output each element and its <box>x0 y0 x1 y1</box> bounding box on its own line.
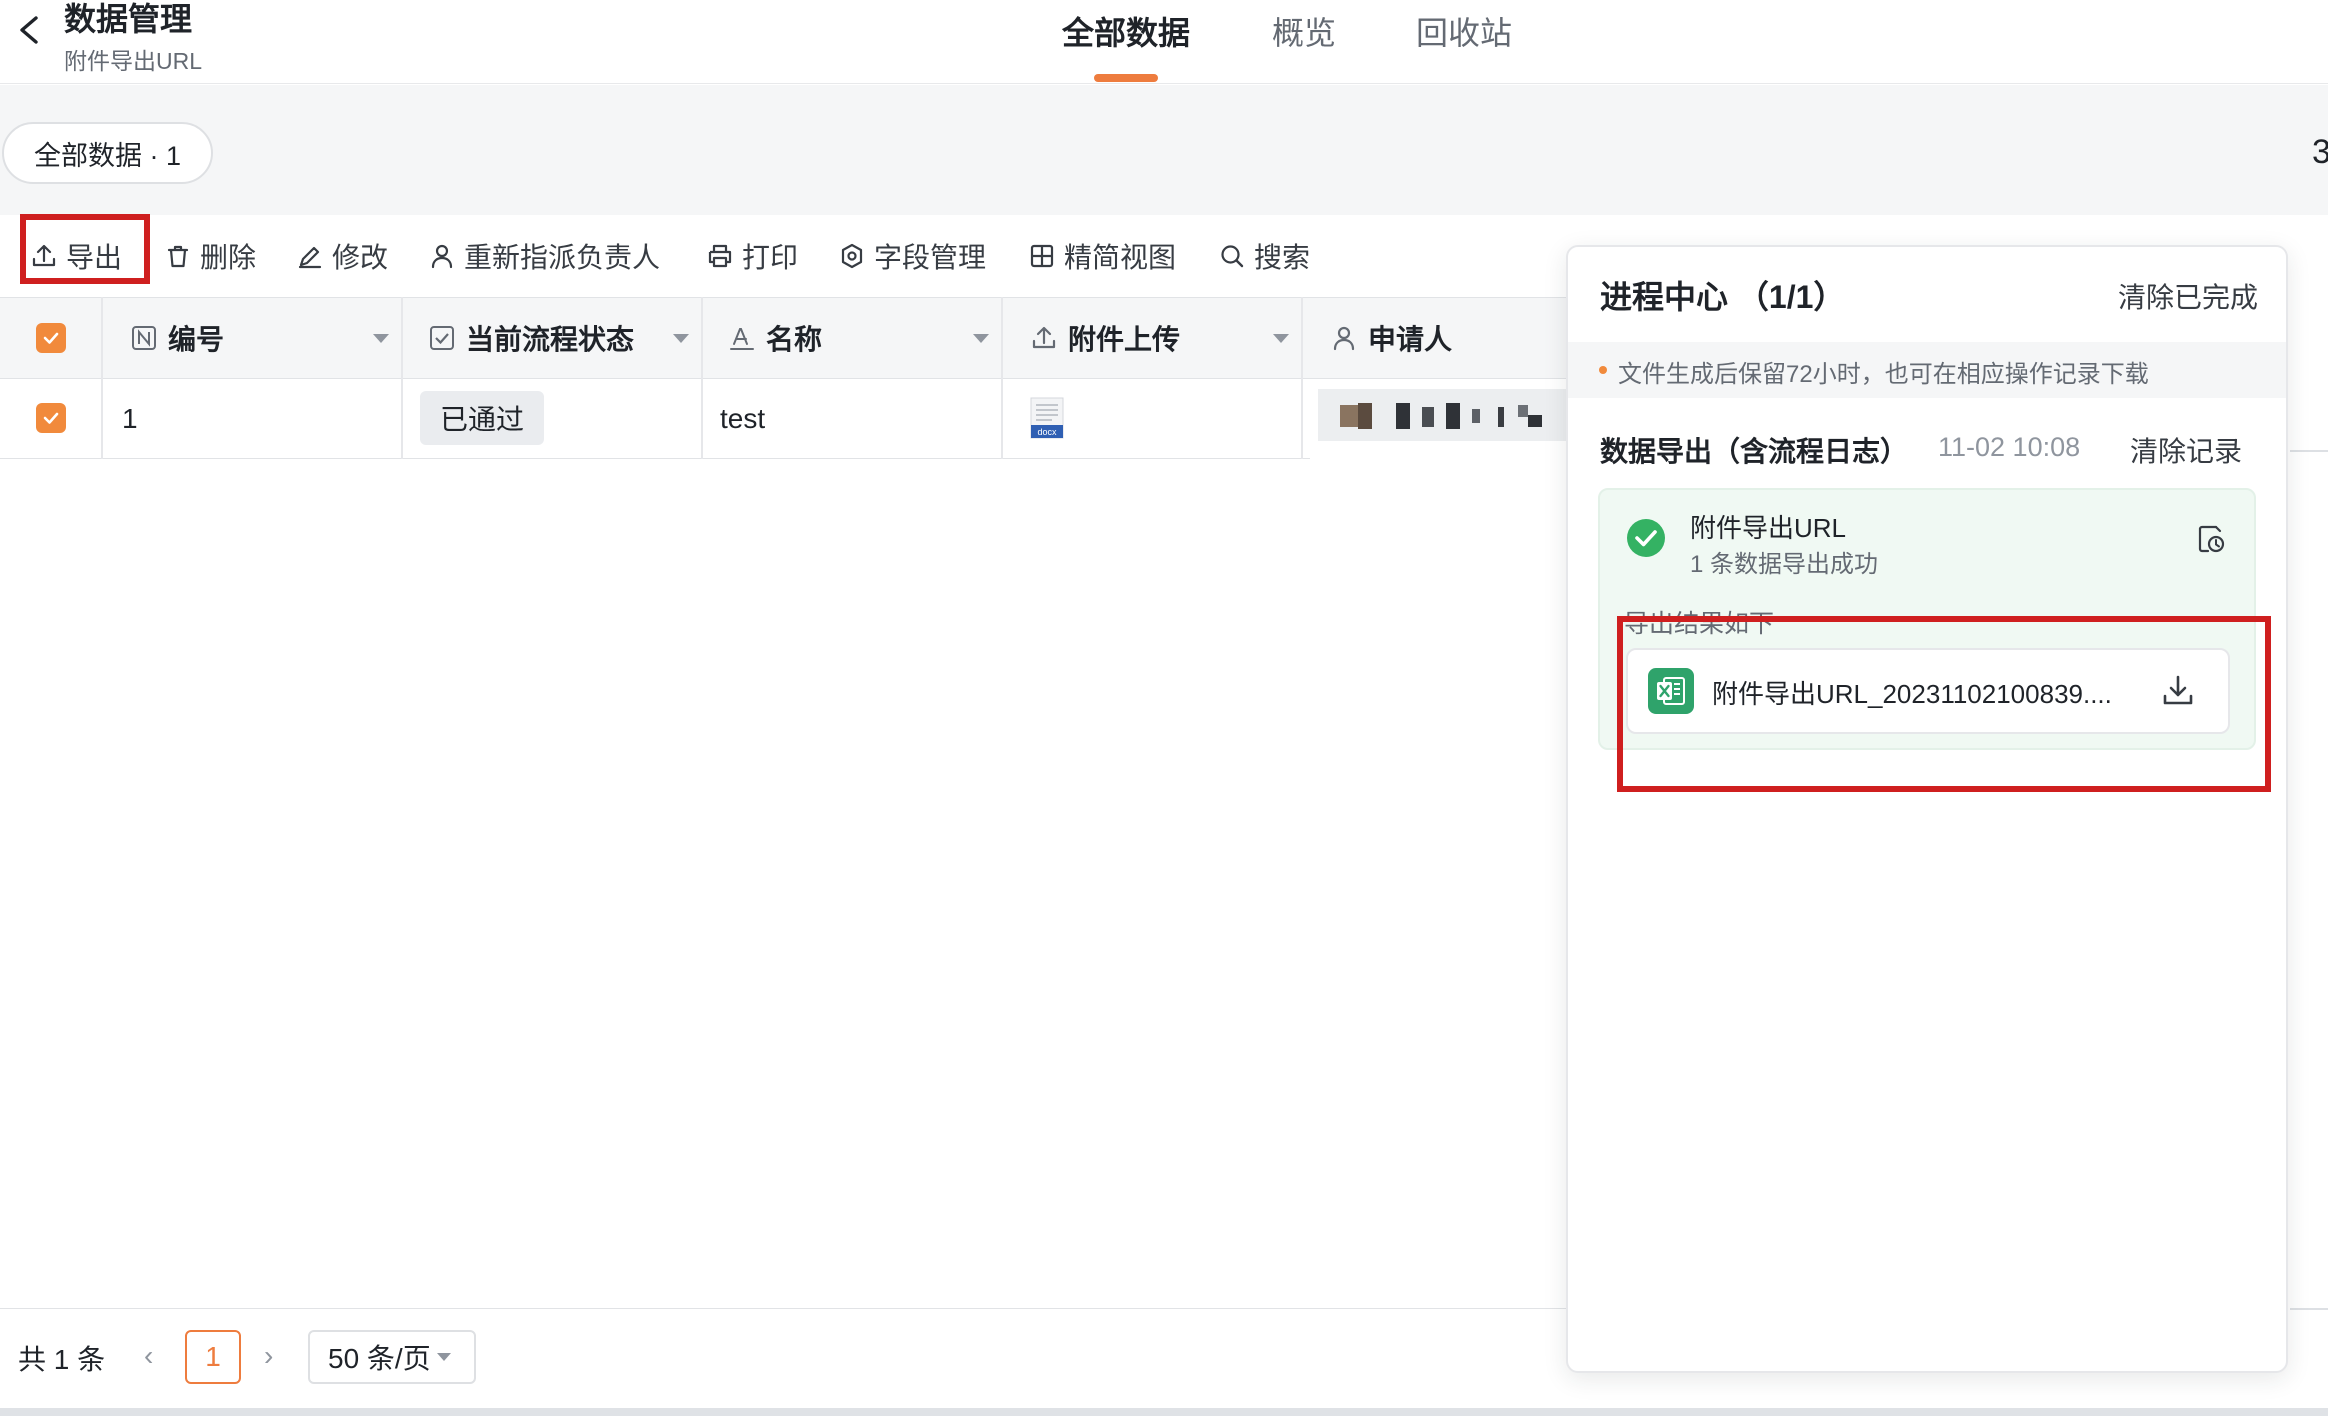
delete-button[interactable]: 删除 <box>164 236 256 276</box>
row-checkbox[interactable] <box>36 403 66 433</box>
export-task-name: 附件导出URL <box>1690 513 1847 543</box>
search-icon <box>1221 245 1244 268</box>
column-header-applicant[interactable]: 申请人 <box>1330 316 1452 360</box>
search-label: 搜索 <box>1254 242 1311 273</box>
print-label: 打印 <box>742 242 799 273</box>
reassign-label: 重新指派负责人 <box>464 242 661 273</box>
column-divider <box>101 297 103 459</box>
column-label: 名称 <box>766 324 823 355</box>
divider <box>2290 450 2328 452</box>
job-title: 数据导出（含流程日志） <box>1600 436 1909 467</box>
column-menu-caret-icon[interactable] <box>373 334 389 343</box>
column-header-number[interactable]: 编号 <box>130 316 224 360</box>
pencil-icon <box>298 246 322 269</box>
edit-button[interactable]: 修改 <box>296 236 388 276</box>
job-timestamp: 11-02 10:08 <box>1938 432 2081 462</box>
person-icon <box>431 244 453 269</box>
clear-record-button[interactable]: 清除记录 <box>2130 430 2242 470</box>
field-manage-label: 字段管理 <box>874 242 987 273</box>
tab-recycle-bin[interactable]: 回收站 <box>1416 8 1512 54</box>
trash-icon <box>167 245 189 268</box>
column-divider <box>701 297 703 459</box>
person-icon <box>1333 326 1355 351</box>
printer-icon <box>708 244 732 268</box>
upload-icon <box>1032 326 1056 349</box>
page-size-value: 50 条/页 <box>328 1343 431 1374</box>
total-count: 共 1 条 <box>18 1344 106 1375</box>
cell-name[interactable]: test <box>720 403 765 435</box>
checkbox-field-icon <box>430 326 454 350</box>
divider <box>2290 1308 2328 1310</box>
docx-file-icon[interactable]: docx <box>1030 397 1064 439</box>
table-row[interactable] <box>0 379 1310 459</box>
window-bottom-strip <box>0 1408 2328 1416</box>
select-all-checkbox[interactable] <box>36 323 66 353</box>
checkmark-icon <box>43 332 59 344</box>
column-divider <box>1301 297 1303 459</box>
column-menu-caret-icon[interactable] <box>973 334 989 343</box>
page-title: 数据管理 <box>64 1 193 37</box>
print-button[interactable]: 打印 <box>706 236 798 276</box>
column-header-status[interactable]: 当前流程状态 <box>428 316 634 360</box>
reassign-button[interactable]: 重新指派负责人 <box>428 236 660 276</box>
edit-label: 修改 <box>332 242 389 273</box>
search-button[interactable]: 搜索 <box>1218 236 1310 276</box>
view-record-icon[interactable] <box>2194 522 2228 556</box>
tab-all-data[interactable]: 全部数据 <box>1062 8 1190 54</box>
delete-label: 删除 <box>200 242 257 273</box>
field-manage-button[interactable]: 字段管理 <box>838 236 986 276</box>
back-arrow-icon[interactable] <box>10 10 50 50</box>
column-label: 编号 <box>168 324 225 355</box>
view-pill-all-data[interactable]: 全部数据 · 1 <box>2 122 213 184</box>
clear-completed-button[interactable]: 清除已完成 <box>2118 276 2258 316</box>
highlight-export-result <box>1617 616 2271 792</box>
page-size-select[interactable]: 50 条/页 <box>308 1330 476 1384</box>
highlight-export <box>20 214 150 284</box>
view-bar <box>0 85 2328 215</box>
settings-icon <box>841 243 863 269</box>
blurred-name-icon <box>1340 403 1542 429</box>
tab-overview[interactable]: 概览 <box>1272 8 1336 54</box>
docx-label: docx <box>1037 427 1057 437</box>
next-page-icon[interactable]: › <box>264 1340 273 1372</box>
cell-number[interactable]: 1 <box>122 403 138 435</box>
column-header-attachment[interactable]: 附件上传 <box>1030 316 1180 360</box>
column-menu-caret-icon[interactable] <box>1273 334 1289 343</box>
export-task-status: 1 条数据导出成功 <box>1690 551 1879 578</box>
applicant-avatar-blurred <box>1318 389 1570 441</box>
prev-page-icon[interactable]: ‹ <box>144 1340 153 1372</box>
column-label: 附件上传 <box>1068 324 1181 355</box>
column-menu-caret-icon[interactable] <box>673 334 689 343</box>
column-label: 当前流程状态 <box>466 324 635 355</box>
status-badge: 已通过 <box>420 391 544 445</box>
panel-title: 进程中心 （1/1） <box>1600 279 1846 315</box>
number-field-icon <box>132 326 156 350</box>
retention-notice-text: 文件生成后保留72小时，也可在相应操作记录下载 <box>1618 361 2149 388</box>
chevron-down-icon <box>436 1353 451 1361</box>
compact-view-label: 精简视图 <box>1064 242 1177 273</box>
notice-dot <box>1599 366 1607 374</box>
edge-cut-text: 3 <box>2312 133 2328 171</box>
column-label: 申请人 <box>1368 324 1453 355</box>
page-subtitle: 附件导出URL <box>64 48 203 74</box>
current-page-button[interactable]: 1 <box>185 1330 241 1384</box>
progress-center-panel <box>1566 245 2288 1373</box>
success-check-icon <box>1627 519 1665 557</box>
active-tab-indicator <box>1094 74 1158 82</box>
column-divider <box>401 297 403 459</box>
grid-icon <box>1030 244 1054 268</box>
compact-view-button[interactable]: 精简视图 <box>1028 236 1176 276</box>
text-field-icon <box>730 328 754 350</box>
checkmark-icon <box>43 412 59 424</box>
column-header-name[interactable]: 名称 <box>728 316 822 360</box>
column-divider <box>1001 297 1003 459</box>
